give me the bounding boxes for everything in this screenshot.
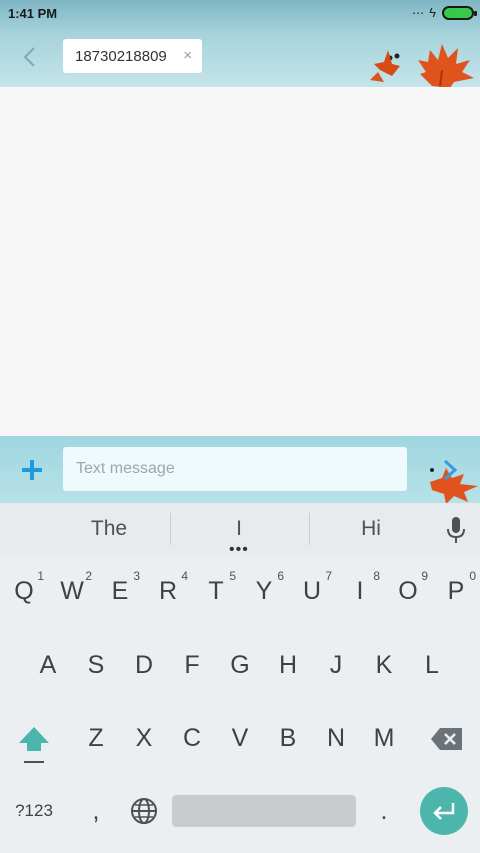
close-icon[interactable]: × (183, 47, 192, 64)
enter-icon (433, 803, 455, 820)
plus-icon (22, 460, 42, 480)
space-key[interactable] (172, 795, 356, 827)
message-input[interactable] (63, 447, 407, 491)
key-n[interactable]: N (314, 724, 358, 753)
suggestion-3[interactable]: Hi (351, 517, 391, 541)
back-button[interactable] (14, 42, 44, 72)
globe-icon[interactable] (130, 797, 158, 825)
key-f[interactable]: F (170, 651, 214, 680)
backspace-icon[interactable] (430, 727, 464, 751)
mic-icon[interactable] (444, 515, 468, 545)
key-w[interactable]: W2 (50, 569, 94, 606)
recipient-number: 18730218809 (75, 47, 167, 65)
charging-icon: ϟ (429, 5, 436, 20)
key-h[interactable]: H (266, 651, 310, 680)
suggestion-strip: The I ••• Hi (0, 503, 480, 558)
key-q[interactable]: Q1 (2, 569, 46, 606)
key-s[interactable]: S (74, 651, 118, 680)
maple-leaf-decoration (370, 44, 474, 87)
suggestion-divider (170, 513, 171, 545)
key-z[interactable]: Z (74, 724, 118, 753)
signal-dots-icon: ⋯ (412, 5, 424, 20)
key-e[interactable]: E3 (98, 569, 142, 606)
key-c[interactable]: C (170, 724, 214, 753)
key-d[interactable]: D (122, 651, 166, 680)
message-list (0, 87, 480, 436)
recipient-chip[interactable]: 18730218809 × (63, 39, 202, 73)
more-suggestions-icon[interactable]: ••• (229, 542, 249, 558)
suggestion-divider (309, 513, 310, 545)
soft-keyboard: The I ••• Hi Q1 W2 E3 R4 T5 Y6 U7 I8 O9 … (0, 503, 480, 853)
suggestion-1[interactable]: The (84, 517, 134, 541)
key-t[interactable]: T5 (194, 569, 238, 606)
enter-button[interactable] (420, 787, 468, 835)
key-v[interactable]: V (218, 724, 262, 753)
key-a[interactable]: A (26, 651, 70, 680)
key-p[interactable]: P0 (434, 569, 478, 606)
comma-key[interactable]: , (74, 797, 118, 826)
key-m[interactable]: M (362, 724, 406, 753)
shift-icon[interactable] (17, 725, 51, 765)
symbols-key[interactable]: ?123 (12, 801, 56, 821)
key-j[interactable]: J (314, 651, 358, 680)
add-attachment-button[interactable] (18, 456, 46, 484)
key-y[interactable]: Y6 (242, 569, 286, 606)
back-arrow-icon (23, 47, 35, 67)
key-l[interactable]: L (410, 651, 454, 680)
key-i[interactable]: I8 (338, 569, 382, 606)
period-key[interactable]: . (362, 797, 406, 826)
app-header: 1:41 PM ⋯ ϟ 18730218809 × (0, 0, 480, 87)
key-g[interactable]: G (218, 651, 262, 680)
key-k[interactable]: K (362, 651, 406, 680)
send-icon[interactable] (440, 458, 460, 482)
status-icons: ⋯ ϟ (412, 5, 477, 20)
key-r[interactable]: R4 (146, 569, 190, 606)
battery-icon (442, 5, 477, 20)
key-b[interactable]: B (266, 724, 310, 753)
suggestion-2[interactable]: I (222, 517, 256, 541)
composer-bar (0, 436, 480, 503)
status-time: 1:41 PM (8, 6, 58, 21)
key-o[interactable]: O9 (386, 569, 430, 606)
key-x[interactable]: X (122, 724, 166, 753)
key-u[interactable]: U7 (290, 569, 334, 606)
